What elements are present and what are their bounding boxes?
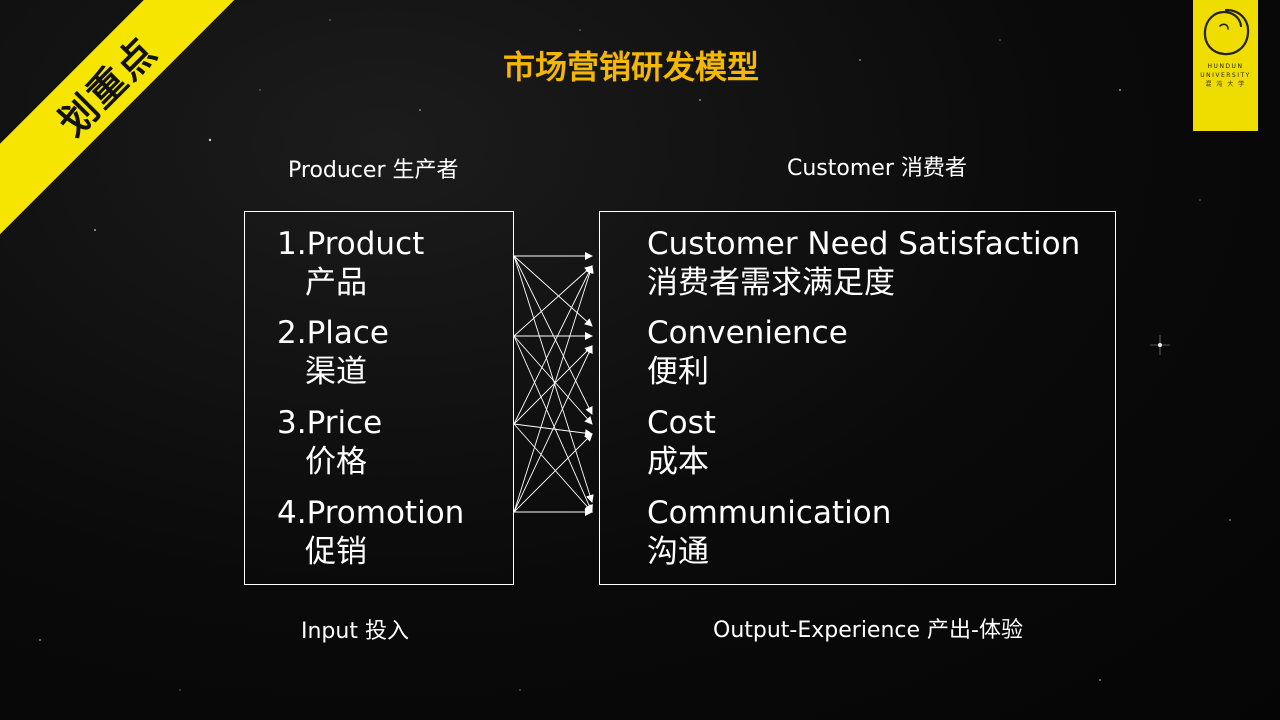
producer-item-en: 2.Place xyxy=(277,315,389,351)
producer-item-cn: 产品 xyxy=(305,265,367,301)
connection-arrow xyxy=(513,255,593,327)
connection-arrow xyxy=(513,265,593,425)
producer-item-en: 1.Product xyxy=(277,226,425,262)
producer-header: Producer 生产者 xyxy=(288,158,459,183)
producer-item: 3.Price 价格 xyxy=(277,404,382,482)
producer-item-cn: 价格 xyxy=(305,444,367,480)
customer-item-cn: 成本 xyxy=(647,444,709,480)
connection-arrows xyxy=(513,252,594,516)
input-footer: Input 投入 xyxy=(301,619,409,644)
connection-arrow xyxy=(513,335,593,425)
customer-item-en: Customer Need Satisfaction xyxy=(647,226,1081,262)
producer-item-cn: 促销 xyxy=(305,534,367,570)
customer-item: Cost 成本 xyxy=(647,404,716,482)
producer-item-en: 4.Promotion xyxy=(277,495,465,531)
customer-item-en: Communication xyxy=(647,495,892,531)
producer-item: 2.Place 渠道 xyxy=(277,314,389,392)
customer-item-en: Convenience xyxy=(647,315,848,351)
connection-arrow xyxy=(513,345,593,513)
customer-item: Customer Need Satisfaction 消费者需求满足度 xyxy=(647,225,1080,303)
customer-item: Convenience 便利 xyxy=(647,314,848,392)
connection-arrow xyxy=(513,265,594,513)
connection-arrow xyxy=(513,345,593,425)
customer-item-cn: 便利 xyxy=(647,354,709,390)
customer-header: Customer 消费者 xyxy=(787,156,967,181)
producer-item-cn: 渠道 xyxy=(305,354,367,390)
connection-arrow xyxy=(513,265,593,337)
connection-arrow xyxy=(513,255,594,503)
producer-item: 1.Product 产品 xyxy=(277,225,424,303)
customer-item-en: Cost xyxy=(647,405,716,441)
connection-arrow xyxy=(513,335,593,513)
connection-arrow xyxy=(513,423,593,513)
producer-item-en: 3.Price xyxy=(277,405,383,441)
customer-item-cn: 沟通 xyxy=(647,534,709,570)
customer-item-cn: 消费者需求满足度 xyxy=(647,265,895,301)
page-title: 市场营销研发模型 xyxy=(502,48,759,86)
producer-item: 4.Promotion 促销 xyxy=(277,494,464,572)
customer-item: Communication 沟通 xyxy=(647,494,891,572)
output-footer: Output-Experience 产出-体验 xyxy=(713,618,1023,643)
connection-arrow xyxy=(513,433,593,513)
